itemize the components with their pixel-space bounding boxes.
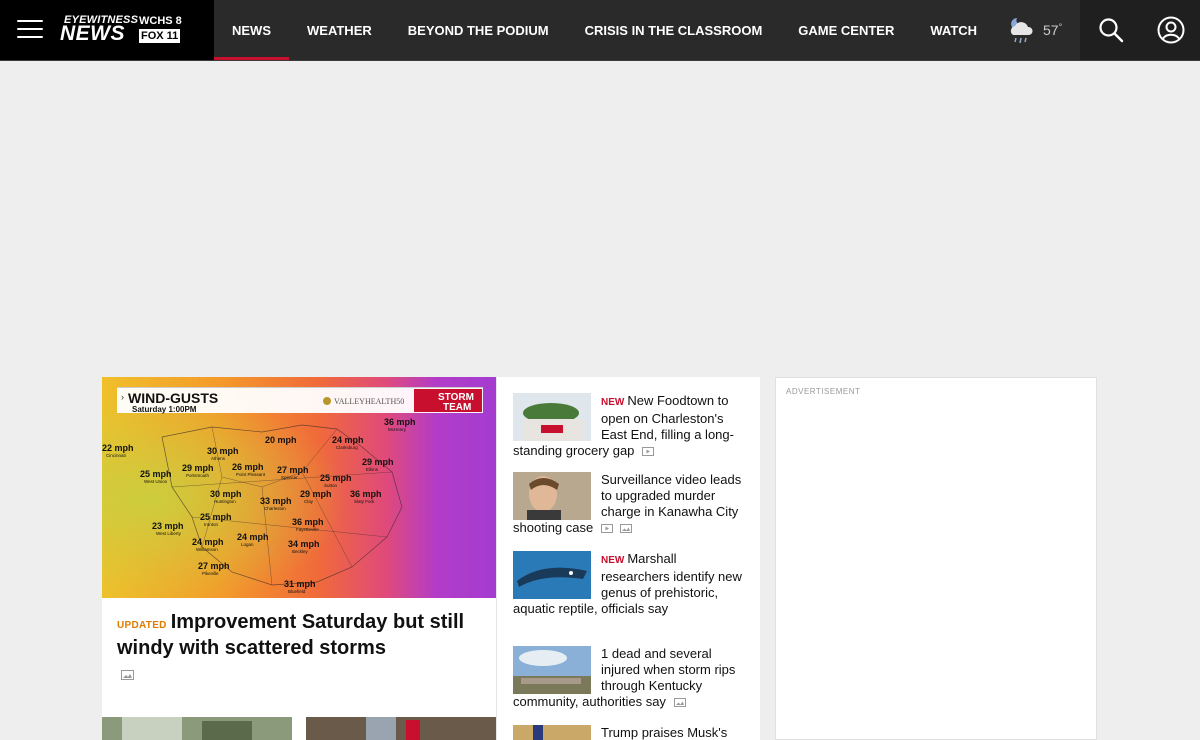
svg-text:›: › bbox=[121, 392, 124, 402]
story-thumbnail bbox=[513, 472, 591, 520]
video-icon bbox=[642, 447, 655, 457]
map-reading-value: 36 mph bbox=[292, 517, 324, 527]
logo-line2: NEWS bbox=[60, 22, 125, 45]
new-badge: NEW bbox=[601, 397, 625, 408]
map-reading-city: Williamson bbox=[196, 547, 218, 552]
site-logo[interactable]: EYEWITNESS NEWS WCHS 8 FOX 11 bbox=[60, 14, 186, 46]
map-reading-city: Bluefield bbox=[288, 589, 306, 594]
thumbnail-story-1[interactable] bbox=[102, 717, 292, 740]
map-reading-city: Huntington bbox=[214, 499, 236, 504]
lead-story-card: › WIND-GUSTS Saturday 1:00PM VALLEYHEALT… bbox=[102, 377, 496, 740]
map-reading-value: 30 mph bbox=[207, 446, 239, 456]
story-thumbnail bbox=[513, 551, 591, 599]
weather-temp: 57° bbox=[1043, 22, 1063, 38]
advertisement[interactable]: ADVERTISEMENT bbox=[775, 377, 1097, 740]
map-reading-value: 25 mph bbox=[320, 473, 352, 483]
story-thumbnail bbox=[513, 393, 591, 441]
updated-badge: UPDATED bbox=[117, 620, 167, 631]
map-reading-city: Beckley bbox=[292, 549, 309, 554]
map-subtitle: Saturday 1:00PM bbox=[132, 405, 197, 414]
nav-item-game-center[interactable]: GAME CENTER bbox=[780, 0, 912, 60]
map-reading-value: 24 mph bbox=[237, 532, 269, 542]
map-reading-value: 33 mph bbox=[260, 496, 292, 506]
lead-story-image[interactable]: › WIND-GUSTS Saturday 1:00PM VALLEYHEALT… bbox=[102, 377, 496, 598]
map-team-line2: TEAM bbox=[443, 402, 471, 413]
map-reading-city: Clarksburg bbox=[336, 445, 358, 450]
list-item[interactable]: NEW Marshall researchers identify new gen… bbox=[513, 551, 743, 617]
nav-item-beyond-the-podium[interactable]: BEYOND THE PODIUM bbox=[390, 0, 567, 60]
lead-story-text: UPDATED Improvement Saturday but still wi… bbox=[117, 609, 482, 661]
story-list: NEW New Foodtown to open on Charleston's … bbox=[496, 377, 760, 740]
map-reading-value: 23 mph bbox=[152, 521, 184, 531]
map-reading-city: Pikeville bbox=[202, 571, 219, 576]
map-reading-value: 30 mph bbox=[210, 489, 242, 499]
map-reading-value: 29 mph bbox=[362, 457, 394, 467]
tool-area bbox=[1080, 0, 1200, 60]
top-navigation-bar: EYEWITNESS NEWS WCHS 8 FOX 11 NEWS WEATH… bbox=[0, 0, 1200, 61]
map-reading-city: Spencer bbox=[281, 475, 298, 480]
map-reading-value: 20 mph bbox=[265, 435, 297, 445]
list-item[interactable]: Surveillance video leads to upgraded mur… bbox=[513, 472, 743, 536]
map-reading-city: Point Pleasant bbox=[236, 472, 266, 477]
map-reading-city: Elkins bbox=[366, 467, 379, 472]
map-reading-city: McHenry bbox=[388, 427, 407, 432]
nav-item-watch[interactable]: WATCH bbox=[912, 0, 995, 60]
map-reading-value: 24 mph bbox=[192, 537, 224, 547]
story-thumbnail bbox=[513, 646, 591, 694]
map-reading-city: Logan bbox=[241, 542, 254, 547]
map-reading-value: 27 mph bbox=[198, 561, 230, 571]
map-reading-value: 36 mph bbox=[384, 417, 416, 427]
map-reading-city: Charleston bbox=[264, 506, 286, 511]
map-reading-value: 34 mph bbox=[288, 539, 320, 549]
map-reading-value: 29 mph bbox=[300, 489, 332, 499]
map-reading-city: Clay bbox=[304, 499, 314, 504]
lead-headline[interactable]: Improvement Saturday but still windy wit… bbox=[117, 611, 464, 659]
map-reading-value: 25 mph bbox=[140, 469, 172, 479]
map-reading-city: Athens bbox=[211, 456, 226, 461]
map-reading-city: Portsmouth bbox=[186, 473, 210, 478]
map-reading-value: 26 mph bbox=[232, 462, 264, 472]
logo-station1: WCHS 8 bbox=[139, 15, 182, 27]
account-icon[interactable] bbox=[1157, 16, 1185, 44]
map-reading-value: 22 mph bbox=[102, 443, 134, 453]
cloud-rain-night-icon bbox=[1010, 18, 1033, 44]
map-reading-value: 25 mph bbox=[200, 512, 232, 522]
search-icon[interactable] bbox=[1098, 17, 1124, 43]
map-reading-city: Ironton bbox=[204, 522, 219, 527]
new-badge: NEW bbox=[601, 555, 625, 566]
map-title: WIND-GUSTS bbox=[128, 390, 218, 406]
map-reading-city: Fayetteville bbox=[296, 527, 319, 532]
map-reading-city: West Liberty bbox=[156, 531, 182, 536]
map-reading-city: West Union bbox=[144, 479, 168, 484]
menu-icon[interactable] bbox=[17, 20, 43, 40]
thumbnail-story-2[interactable] bbox=[306, 717, 496, 740]
map-reading-value: 24 mph bbox=[332, 435, 364, 445]
nav-item-weather[interactable]: WEATHER bbox=[289, 0, 390, 60]
list-item[interactable]: NEW New Foodtown to open on Charleston's … bbox=[513, 393, 743, 459]
main-nav: NEWS WEATHER BEYOND THE PODIUM CRISIS IN… bbox=[214, 0, 995, 60]
map-reading-value: 29 mph bbox=[182, 463, 214, 473]
nav-item-crisis-in-the-classroom[interactable]: CRISIS IN THE CLASSROOM bbox=[567, 0, 781, 60]
weather-widget[interactable]: 57° bbox=[1005, 12, 1080, 48]
nav-item-news[interactable]: NEWS bbox=[214, 0, 289, 60]
list-item[interactable]: 1 dead and several injured when storm ri… bbox=[513, 646, 743, 710]
gallery-icon bbox=[673, 698, 686, 708]
map-reading-city: Slaty Fork bbox=[354, 499, 375, 504]
gallery-icon bbox=[620, 524, 633, 534]
map-reading-value: 36 mph bbox=[350, 489, 382, 499]
gallery-icon bbox=[121, 670, 134, 680]
map-reading-city: Cincinnati bbox=[106, 453, 126, 458]
map-reading-city: Sutton bbox=[324, 483, 338, 488]
story-title: Trump praises Musk's bbox=[601, 725, 728, 740]
ad-label: ADVERTISEMENT bbox=[786, 387, 861, 396]
logo-station2: FOX 11 bbox=[139, 29, 181, 43]
map-reading-value: 31 mph bbox=[284, 579, 316, 589]
list-item[interactable]: Trump praises Musk's bbox=[513, 725, 743, 740]
logo-area: EYEWITNESS NEWS WCHS 8 FOX 11 bbox=[0, 0, 214, 60]
map-sponsor: VALLEYHEALTH50 bbox=[334, 397, 404, 406]
video-icon bbox=[600, 524, 613, 534]
story-thumbnail bbox=[513, 725, 591, 740]
map-reading-value: 27 mph bbox=[277, 465, 309, 475]
